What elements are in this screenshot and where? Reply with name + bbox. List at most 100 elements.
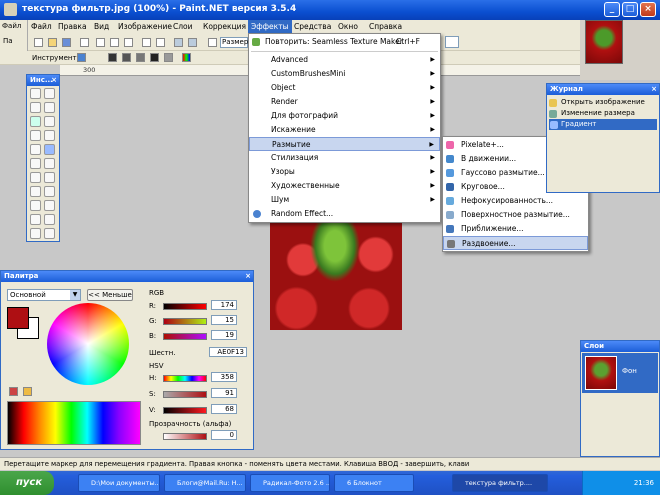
less-button[interactable]: << Меньше — [87, 289, 133, 301]
task-mail-blogs[interactable]: Блоги@Mail.Ru: Н... — [164, 474, 246, 492]
alpha-slider[interactable] — [163, 433, 207, 440]
menu-file[interactable]: Файл — [31, 22, 52, 31]
color-swatches-grid[interactable] — [7, 401, 141, 445]
effects-item-render[interactable]: Render ▶ — [249, 95, 440, 109]
task-radikal[interactable]: Радикал-Фото 2.6 ... — [250, 474, 330, 492]
blur-item-fragment[interactable]: Раздвоение... — [443, 236, 588, 250]
move-icon[interactable] — [44, 88, 55, 99]
color-mode-icon[interactable] — [182, 53, 191, 62]
blue-slider[interactable] — [163, 333, 207, 340]
effects-item-advanced[interactable]: Advanced ▶ — [249, 53, 440, 67]
zoom-tool-icon[interactable] — [44, 116, 55, 127]
gradient-linear-icon[interactable] — [108, 53, 117, 62]
rectangle-icon[interactable] — [30, 214, 41, 225]
color-mode-select[interactable]: Основной ▼ — [7, 289, 81, 301]
menu-adjustments[interactable]: Коррекция — [203, 22, 246, 31]
green-slider[interactable] — [163, 318, 207, 325]
pan-icon[interactable] — [44, 130, 55, 141]
saturation-value[interactable]: 91 — [211, 388, 237, 398]
add-color-icon[interactable] — [23, 387, 32, 396]
text-icon[interactable] — [30, 200, 41, 211]
brush-icon[interactable] — [30, 158, 41, 169]
pencil-icon[interactable] — [30, 172, 41, 183]
zoom-icon[interactable] — [208, 38, 217, 47]
lasso-icon[interactable] — [30, 102, 41, 113]
recolor-icon[interactable] — [44, 186, 55, 197]
current-tool-icon[interactable] — [77, 53, 86, 62]
hue-slider[interactable] — [163, 375, 207, 382]
hex-value[interactable]: AE0F13 — [209, 347, 247, 357]
green-value[interactable]: 15 — [211, 315, 237, 325]
gradient-reflected-icon[interactable] — [122, 53, 131, 62]
color-picker-icon[interactable] — [44, 172, 55, 183]
print-icon[interactable] — [80, 38, 89, 47]
rect-select-icon[interactable] — [30, 88, 41, 99]
new-icon[interactable] — [34, 38, 43, 47]
history-item-gradient[interactable]: Градиент — [549, 119, 657, 130]
menu-edit[interactable]: Правка — [58, 22, 87, 31]
menu-image[interactable]: Изображение — [118, 22, 172, 31]
blur-item-zoom[interactable]: Приближение... — [443, 222, 588, 236]
image-canvas[interactable] — [270, 222, 402, 330]
value-slider[interactable] — [163, 407, 207, 414]
effects-item-patterns[interactable]: Узоры ▶ — [249, 165, 440, 179]
close-button[interactable]: × — [640, 2, 656, 17]
deselect-icon[interactable] — [156, 38, 165, 47]
blur-item-unfocus[interactable]: Нефокусированность... — [443, 194, 588, 208]
clone-stamp-icon[interactable] — [30, 186, 41, 197]
rounded-rect-icon[interactable] — [44, 214, 55, 225]
gradient-conical-icon[interactable] — [164, 53, 173, 62]
menu-window[interactable]: Окно — [338, 22, 358, 31]
maximize-button[interactable]: □ — [622, 2, 638, 17]
effects-item-distort[interactable]: Искажение ▶ — [249, 123, 440, 137]
history-item-open[interactable]: Открыть изображение — [549, 97, 657, 108]
ellipse-icon[interactable] — [30, 228, 41, 239]
layer-row[interactable]: Фон — [582, 353, 658, 393]
line-icon[interactable] — [44, 200, 55, 211]
blur-item-surface[interactable]: Поверхностное размытие... — [443, 208, 588, 222]
red-slider[interactable] — [163, 303, 207, 310]
swap-colors-icon[interactable] — [9, 387, 18, 396]
effects-item-blur[interactable]: Размытие ▶ — [249, 137, 440, 151]
image-thumbnail[interactable] — [585, 20, 623, 64]
magic-wand-icon[interactable] — [30, 130, 41, 141]
history-item-resize[interactable]: Изменение размера — [549, 108, 657, 119]
effects-item-photo[interactable]: Для фотографий ▶ — [249, 109, 440, 123]
blue-value[interactable]: 19 — [211, 330, 237, 340]
menu-effects[interactable]: Эффекты — [248, 20, 292, 34]
effects-item-noise[interactable]: Шум ▶ — [249, 193, 440, 207]
alpha-value[interactable]: 0 — [211, 430, 237, 440]
gradient-diamond-icon[interactable] — [136, 53, 145, 62]
task-paintnet[interactable]: текстура фильтр.... — [452, 474, 548, 492]
move-selection-icon[interactable] — [44, 102, 55, 113]
effects-item-artistic[interactable]: Художественные ▶ — [249, 179, 440, 193]
menu-layers[interactable]: Слои — [173, 22, 193, 31]
red-value[interactable]: 174 — [211, 300, 237, 310]
paste-icon[interactable] — [124, 38, 133, 47]
close-icon[interactable]: × — [245, 271, 251, 282]
effects-item-custombrushes[interactable]: CustomBrushesMini ▶ — [249, 67, 440, 81]
effects-item-stylize[interactable]: Стилизация ▶ — [249, 151, 440, 165]
saturation-slider[interactable] — [163, 391, 207, 398]
effects-item-random[interactable]: Random Effect... — [249, 207, 440, 221]
menu-help[interactable]: Справка — [369, 22, 402, 31]
menu-view[interactable]: Вид — [94, 22, 109, 31]
eraser-icon[interactable] — [44, 158, 55, 169]
close-icon[interactable]: × — [51, 75, 57, 86]
hue-value[interactable]: 358 — [211, 372, 237, 382]
gradient-tool-icon[interactable] — [44, 144, 55, 155]
size-field[interactable]: Размер — [220, 37, 248, 48]
bucket-icon[interactable] — [30, 144, 41, 155]
task-notepad[interactable]: 6 Блокнот — [334, 474, 414, 492]
toolbar-dropdown[interactable] — [445, 36, 459, 48]
gradient-radial-icon[interactable] — [150, 53, 159, 62]
task-my-documents[interactable]: D:\Мои документы... — [78, 474, 160, 492]
save-icon[interactable] — [62, 38, 71, 47]
menu-tools[interactable]: Средства — [294, 22, 331, 31]
redo-icon[interactable] — [188, 38, 197, 47]
copy-icon[interactable] — [110, 38, 119, 47]
start-button[interactable]: пуск — [0, 471, 54, 495]
effects-item-object[interactable]: Object ▶ — [249, 81, 440, 95]
close-icon[interactable]: × — [651, 84, 657, 95]
undo-icon[interactable] — [174, 38, 183, 47]
